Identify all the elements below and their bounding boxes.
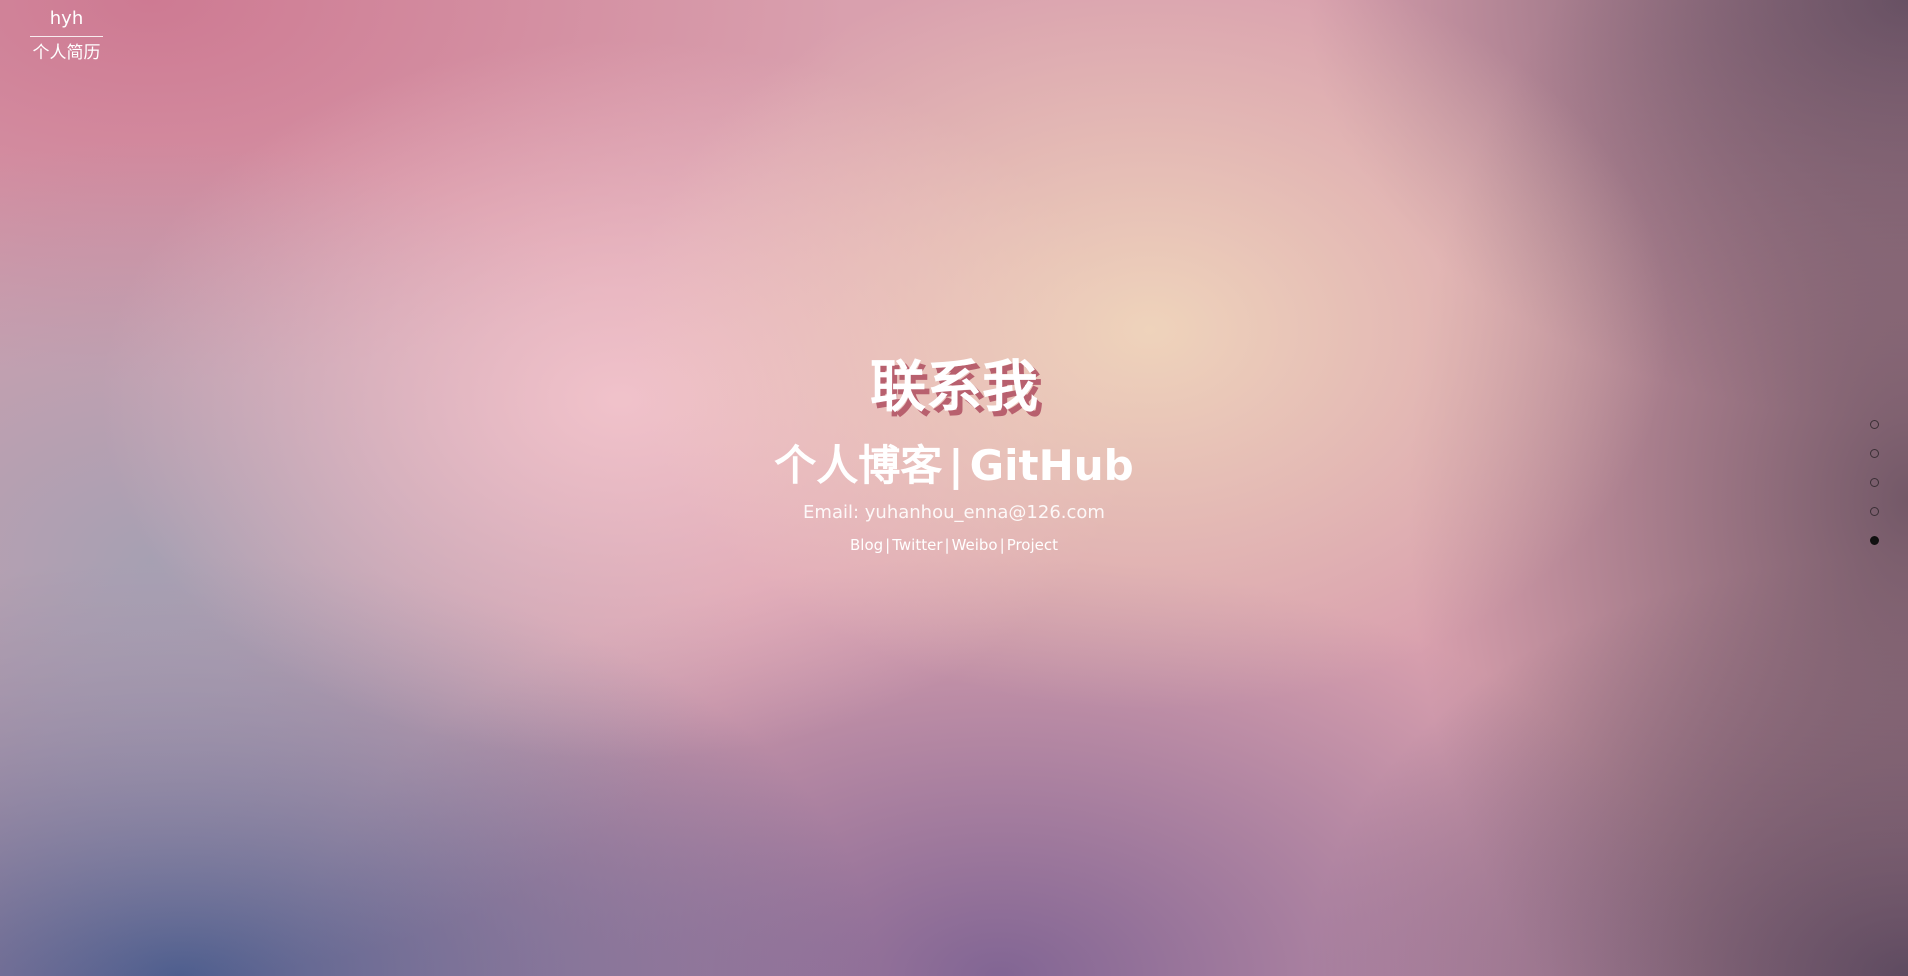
brand-divider (30, 36, 103, 37)
primary-links: 个人博客 | GitHub (0, 438, 1908, 494)
link-separator: | (885, 536, 891, 554)
section-dot-4[interactable] (1870, 507, 1879, 516)
link-separator: | (944, 536, 950, 554)
weibo-link[interactable]: Weibo (952, 536, 998, 554)
contact-section: 联系我 个人博客 | GitHub Email: yuhanhou_enna@126… (0, 350, 1908, 556)
project-link[interactable]: Project (1007, 536, 1058, 554)
section-pagination (1870, 420, 1882, 565)
secondary-links: Blog | Twitter | Weibo | Project (0, 534, 1908, 556)
section-dot-2[interactable] (1870, 449, 1879, 458)
section-dot-5[interactable] (1870, 536, 1879, 545)
brand: hyh 个人简历 (30, 8, 103, 64)
brand-name-link[interactable]: hyh (30, 8, 103, 30)
section-dot-3[interactable] (1870, 478, 1879, 487)
contact-title: 联系我 (870, 355, 1038, 420)
resume-link[interactable]: 个人简历 (30, 42, 103, 64)
personal-blog-link[interactable]: 个人博客 (774, 441, 942, 490)
link-separator: | (948, 441, 964, 490)
email-text: Email: yuhanhou_enna@126.com (803, 502, 1105, 523)
blog-link[interactable]: Blog (850, 536, 883, 554)
link-separator: | (999, 536, 1005, 554)
github-link[interactable]: GitHub (970, 441, 1134, 490)
twitter-link[interactable]: Twitter (892, 536, 942, 554)
section-dot-1[interactable] (1870, 420, 1879, 429)
